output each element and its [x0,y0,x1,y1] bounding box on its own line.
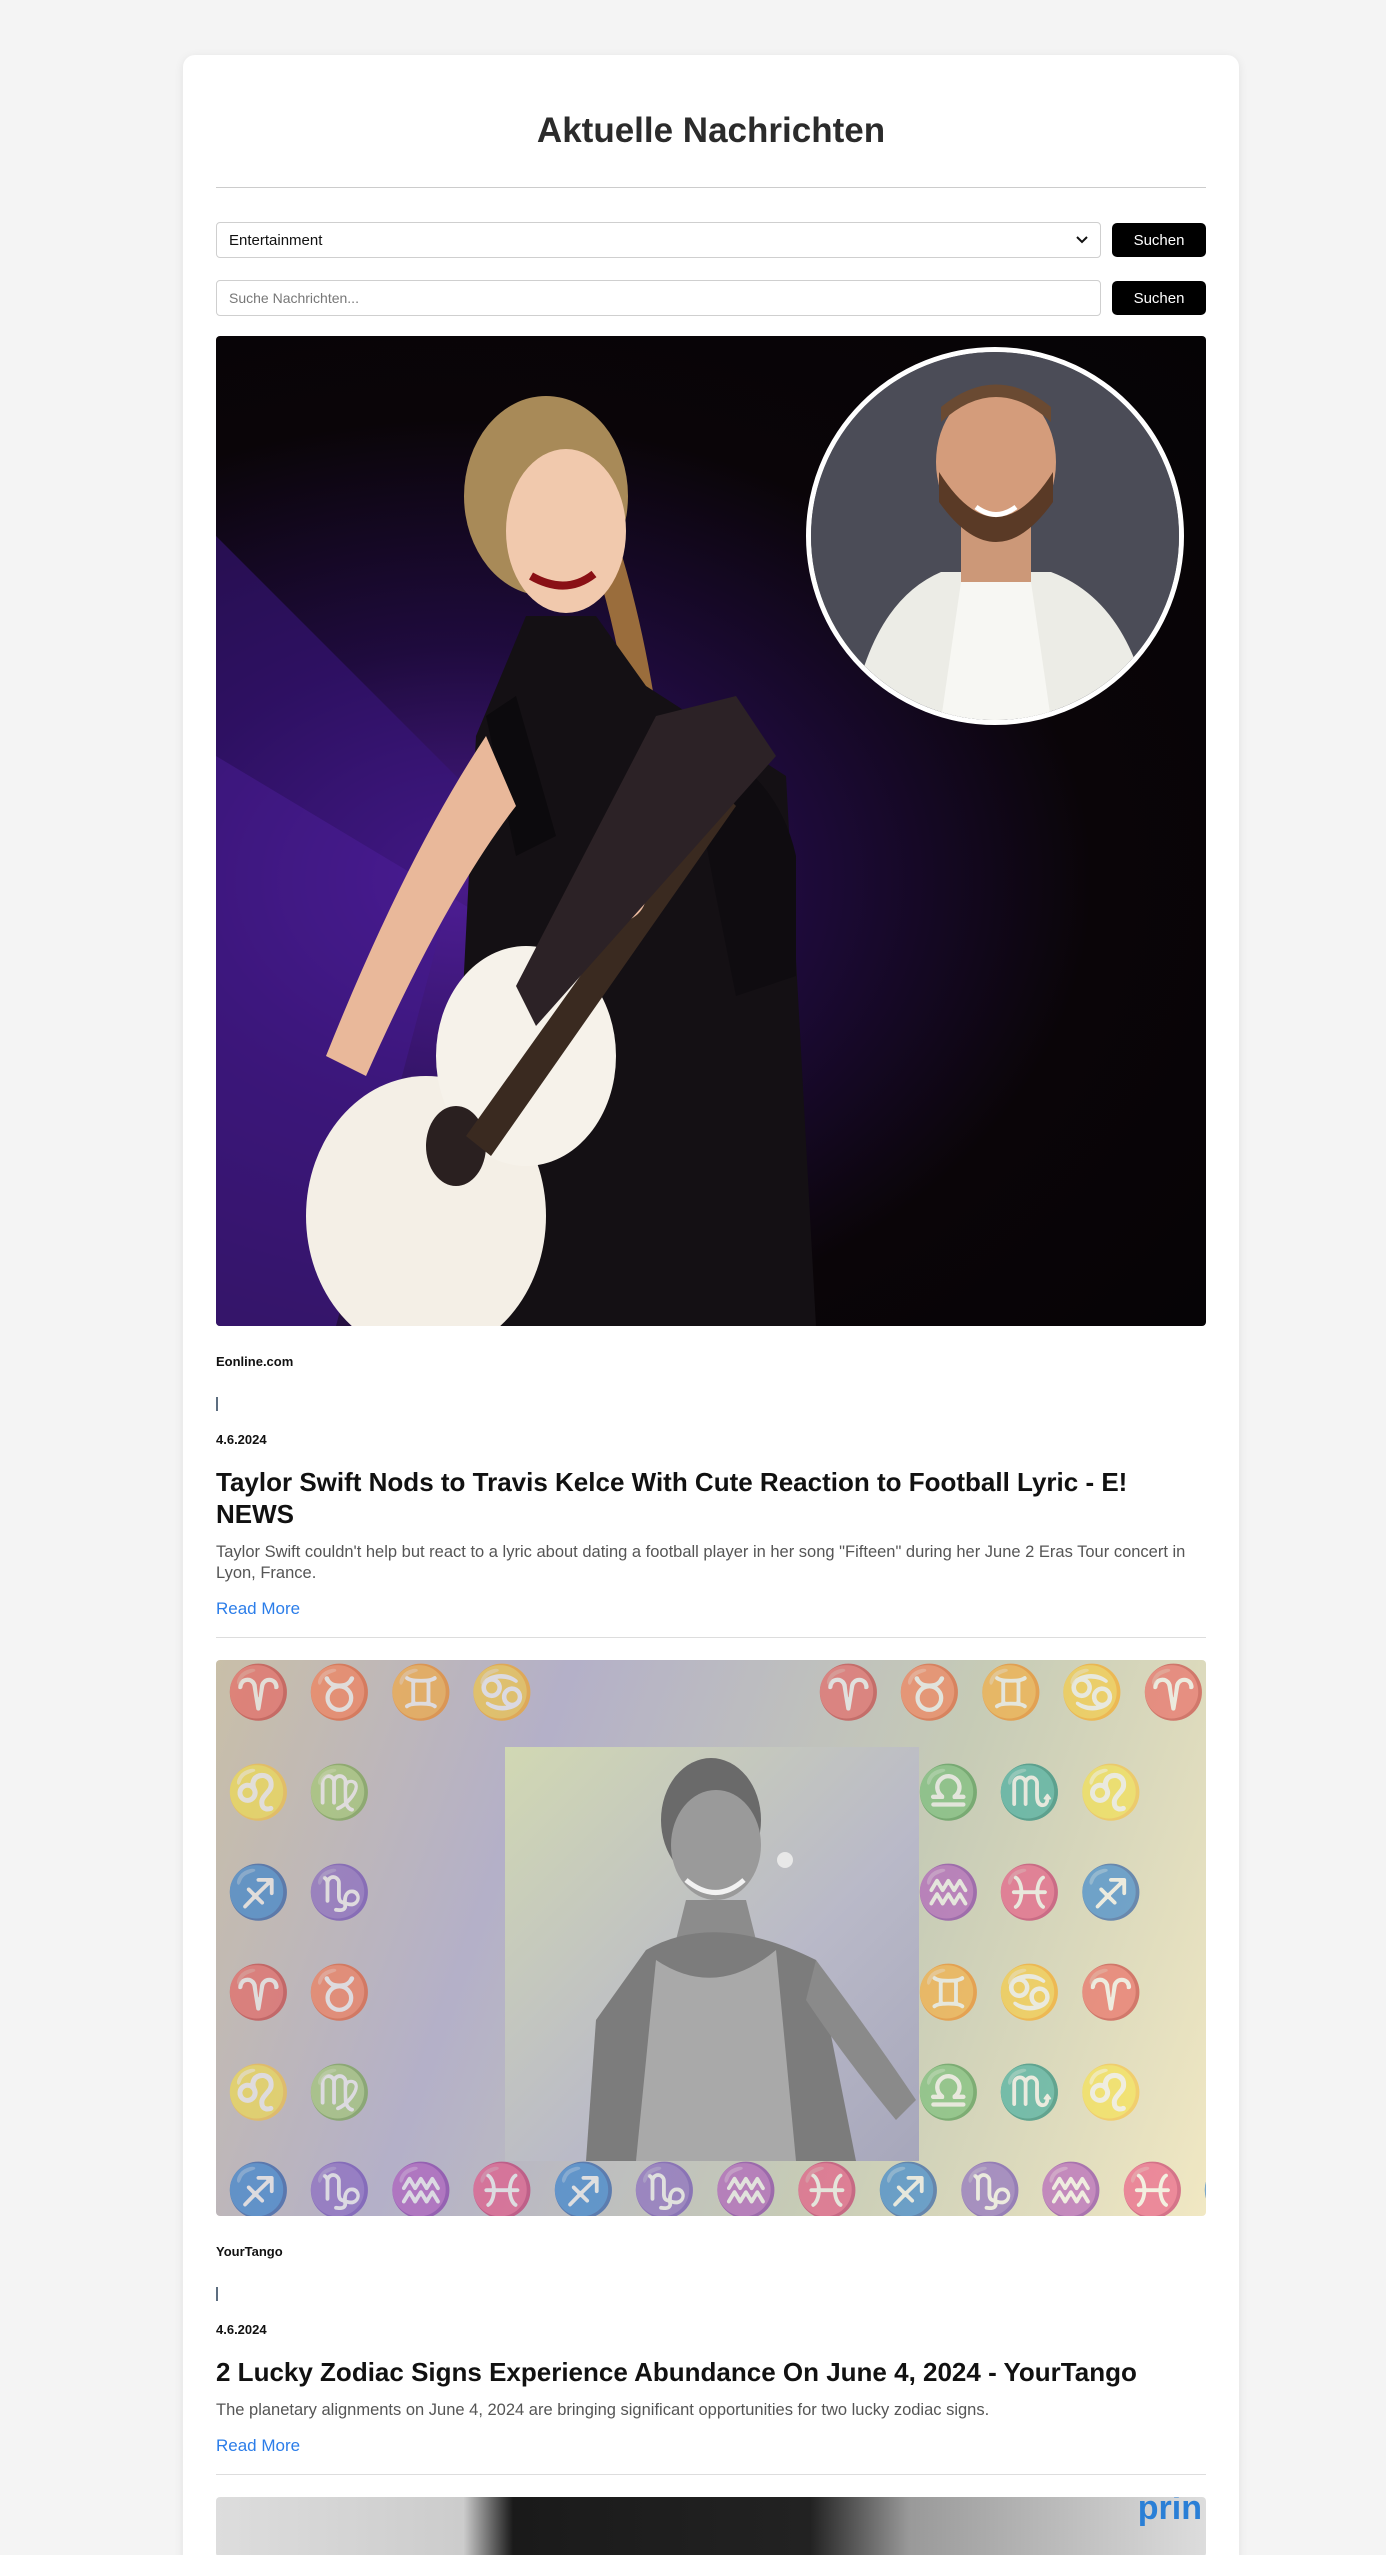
article-item: Eonline.com 4.6.2024 Taylor Swift Nods t… [216,336,1206,1638]
search-input[interactable]: Suche Nachrichten... [216,280,1101,316]
article-date: 4.6.2024 [216,2322,267,2337]
article-source: YourTango [216,2244,283,2259]
article-date: 4.6.2024 [216,1432,267,1447]
category-select-value: Entertainment [229,231,323,249]
svg-text:♎ ♏ ♌: ♎ ♏ ♌ [916,1762,1143,1823]
read-more-link[interactable]: Read More [216,1599,300,1619]
article-image[interactable]: ♈ ♉ ♊ ♋ ♈ ♉ ♊ ♋ ♈ ♌ ♍ ♎ ♏ ♌ ♐ ♑ ♒ ♓ ♐ ♈ … [216,1660,1206,2216]
article-description: The planetary alignments on June 4, 2024… [216,2401,990,2419]
svg-text:♌ ♍: ♌ ♍ [226,2062,372,2123]
search-row: Suche Nachrichten... Suchen [216,280,1206,316]
svg-text:♐ ♑ ♒ ♓ ♐ ♑ ♒ ♓ ♐ ♑ ♒ ♓ ♐: ♐ ♑ ♒ ♓ ♐ ♑ ♒ ♓ ♐ ♑ ♒ ♓ ♐ [226,2160,1206,2216]
article-image[interactable] [216,336,1206,1326]
category-search-button[interactable]: Suchen [1112,223,1206,257]
article-image[interactable]: prin [216,2497,1206,2555]
article-title: 2 Lucky Zodiac Signs Experience Abundanc… [216,2357,1137,2387]
article-item: ♈ ♉ ♊ ♋ ♈ ♉ ♊ ♋ ♈ ♌ ♍ ♎ ♏ ♌ ♐ ♑ ♒ ♓ ♐ ♈ … [216,1660,1206,2475]
article-separator [216,1397,218,1411]
category-filter-row: Entertainment Suchen [216,222,1206,258]
svg-text:♈ ♉: ♈ ♉ [226,1962,372,2023]
svg-text:♌ ♍: ♌ ♍ [226,1762,372,1823]
page-title: Aktuelle Nachrichten [536,111,886,150]
svg-text:♎ ♏ ♌: ♎ ♏ ♌ [916,2062,1143,2123]
article-divider [216,1637,1206,1638]
svg-text:♈ ♉ ♊ ♋: ♈ ♉ ♊ ♋ [226,1662,535,1723]
category-select[interactable]: Entertainment [216,222,1101,258]
inset-portrait-image [806,347,1184,725]
partial-image-text: prin [1137,2497,1202,2527]
title-divider [216,187,1206,188]
article-divider [216,2474,1206,2475]
svg-text:♈ ♉ ♊ ♋ ♈: ♈ ♉ ♊ ♋ ♈ [816,1662,1206,1723]
article-separator [216,2287,218,2301]
svg-text:♐ ♑: ♐ ♑ [226,1862,372,1923]
article-source: Eonline.com [216,1354,294,1369]
news-card: Aktuelle Nachrichten Entertainment Suche… [183,55,1239,2555]
article-title: Taylor Swift Nods to Travis Kelce With C… [216,1467,1128,1529]
chevron-down-icon [1076,236,1088,244]
read-more-link[interactable]: Read More [216,2436,300,2456]
svg-text:♒ ♓ ♐: ♒ ♓ ♐ [916,1862,1143,1923]
search-button[interactable]: Suchen [1112,281,1206,315]
svg-text:♊ ♋ ♈: ♊ ♋ ♈ [916,1962,1143,2023]
article-description: Taylor Swift couldn't help but react to … [216,1543,1186,1582]
